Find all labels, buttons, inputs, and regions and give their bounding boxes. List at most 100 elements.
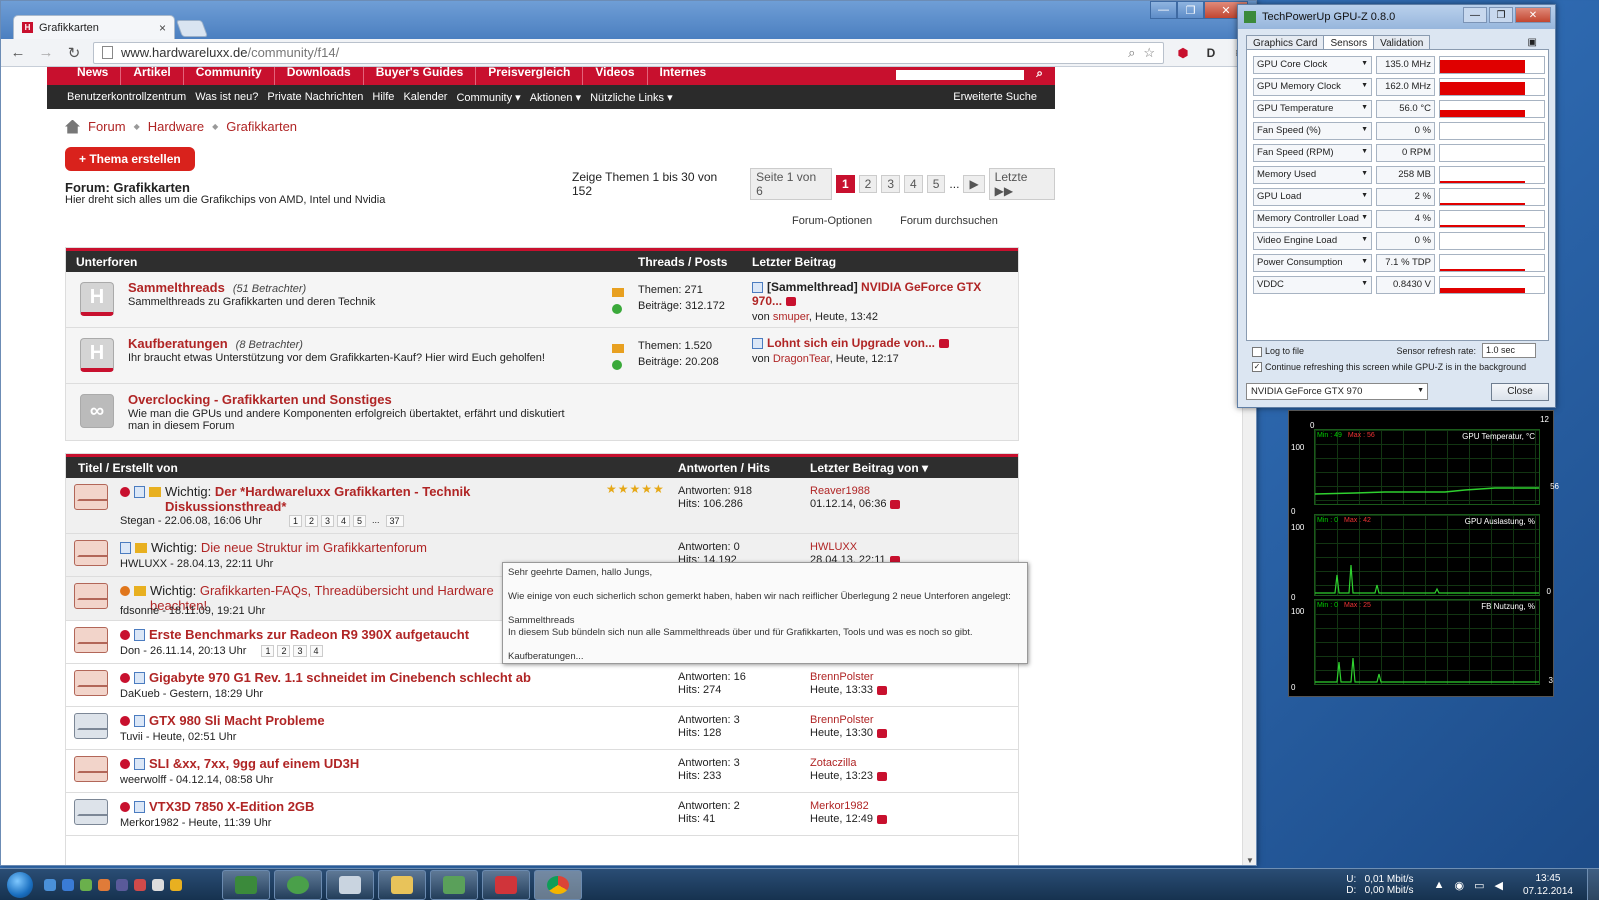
thread-page[interactable]: 1 (288, 515, 302, 527)
forum-options-link[interactable]: Forum-Optionen (792, 215, 872, 227)
page-link-current[interactable]: 1 (835, 175, 855, 193)
gpuz-close-button[interactable]: ✕ (1515, 7, 1551, 23)
sensor-name-dropdown[interactable]: GPU Load (1253, 188, 1372, 206)
taskbar-app[interactable] (274, 869, 322, 900)
goto-last-post-icon[interactable] (877, 771, 887, 781)
subforum-row[interactable]: H Sammelthreads (51 Betrachter) Sammelthr… (66, 272, 1018, 328)
sensor-name-dropdown[interactable]: GPU Core Clock (1253, 56, 1372, 74)
page-link[interactable]: 2 (858, 175, 878, 193)
sensor-name-dropdown[interactable]: GPU Temperature (1253, 100, 1372, 118)
table-row[interactable]: Wichtig: Der *Hardwareluxx Grafikkarten … (66, 478, 1018, 534)
extension-icon[interactable]: D (1202, 44, 1220, 62)
browser-tab[interactable]: H Grafikkarten × (13, 15, 175, 39)
rss-icon[interactable] (612, 344, 624, 353)
unread-icon[interactable] (120, 487, 130, 497)
thread-col-last[interactable]: Letzter Beitrag von ▾ (810, 461, 928, 475)
zoom-icon[interactable]: ⌕ (1128, 45, 1135, 61)
quicklaunch-icon[interactable] (116, 878, 128, 891)
unread-icon[interactable] (120, 802, 130, 812)
sensor-name-dropdown[interactable]: GPU Memory Clock (1253, 78, 1372, 96)
start-button[interactable] (0, 870, 40, 900)
clock[interactable]: 13:45 07.12.2014 (1523, 872, 1573, 898)
gpuz-maximize-button[interactable]: ❐ (1489, 7, 1513, 23)
subforum-title[interactable]: Overclocking - Grafikkarten und Sonstige… (128, 392, 392, 407)
last-post-user[interactable]: smuper (773, 311, 809, 323)
thread-page[interactable]: 2 (277, 645, 291, 657)
last-post-user[interactable]: Merkor1982 (810, 800, 887, 813)
unread-icon[interactable] (120, 630, 130, 640)
thread-page[interactable]: 37 (385, 515, 404, 527)
table-row[interactable]: VTX3D 7850 X-Edition 2GB Merkor1982 - He… (66, 793, 1018, 836)
subforum-title[interactable]: Sammelthreads (128, 280, 225, 295)
subforum-title[interactable]: Kaufberatungen (128, 336, 228, 351)
minimize-button[interactable]: — (1150, 1, 1177, 19)
thread-page[interactable]: 4 (337, 515, 351, 527)
volume-icon[interactable]: ◀ (1494, 879, 1502, 892)
thread-title[interactable]: Gigabyte 970 G1 Rev. 1.1 schneidet im Ci… (149, 670, 531, 685)
bookmark-star-icon[interactable]: ☆ (1143, 45, 1155, 61)
thread-title[interactable]: Erste Benchmarks zur Radeon R9 390X aufg… (149, 627, 469, 642)
forum-search-link[interactable]: Forum durchsuchen (900, 215, 998, 227)
thread-page[interactable]: 4 (309, 645, 323, 657)
goto-last-post-icon[interactable] (877, 728, 887, 738)
thread-page[interactable]: 3 (320, 515, 334, 527)
page-link[interactable]: 5 (926, 175, 946, 193)
sensor-name-dropdown[interactable]: Fan Speed (RPM) (1253, 144, 1372, 162)
tray-app-icon[interactable]: ◉ (1454, 879, 1464, 892)
thread-title[interactable]: GTX 980 Sli Macht Probleme (149, 713, 325, 728)
thread-page[interactable]: 5 (353, 515, 367, 527)
ie-icon[interactable] (62, 878, 74, 891)
gpu-select[interactable]: NVIDIA GeForce GTX 970 (1246, 383, 1428, 400)
subforum-row[interactable]: ∞ Overclocking - Grafikkarten und Sonsti… (66, 384, 1018, 440)
show-desktop-button[interactable] (1587, 869, 1599, 900)
firefox-icon[interactable] (98, 878, 110, 891)
goto-last-post-icon[interactable] (939, 339, 950, 349)
page-of-dropdown[interactable]: Seite 1 von 6 (750, 168, 832, 200)
goto-last-post-icon[interactable] (890, 499, 901, 509)
gpuz-close-action-button[interactable]: Close (1491, 383, 1549, 401)
quicklaunch-icon[interactable] (44, 878, 56, 891)
continue-refresh-checkbox[interactable]: ✓ (1252, 362, 1262, 373)
sensor-name-dropdown[interactable]: Memory Controller Load (1253, 210, 1372, 228)
log-to-file-checkbox[interactable] (1252, 346, 1262, 357)
back-icon[interactable]: ← (9, 44, 27, 61)
reload-icon[interactable]: ↻ (65, 44, 83, 62)
taskbar-app-chrome[interactable] (534, 869, 582, 900)
sensor-name-dropdown[interactable]: Video Engine Load (1253, 232, 1372, 250)
new-thread-button[interactable]: + Thema erstellen (65, 147, 195, 171)
unread-icon[interactable] (120, 716, 130, 726)
unread-icon[interactable] (120, 673, 130, 683)
sensor-name-dropdown[interactable]: Fan Speed (%) (1253, 122, 1372, 140)
taskbar-app[interactable] (326, 869, 374, 900)
last-post-user[interactable]: DragonTear (773, 353, 830, 365)
page-link[interactable]: 3 (881, 175, 901, 193)
tray-expand-icon[interactable]: ▲ (1434, 879, 1445, 892)
quicklaunch-icon[interactable] (134, 878, 146, 891)
network-icon[interactable]: ▭ (1474, 879, 1484, 892)
refresh-rate-select[interactable]: 1.0 sec (1482, 343, 1536, 358)
last-post-user[interactable]: HWLUXX (810, 541, 900, 554)
address-bar[interactable]: www.hardwareluxx.de/community/f14/ ⌕ ☆ (93, 41, 1164, 64)
subforum-row[interactable]: H Kaufberatungen (8 Betrachter) Ihr brauc… (66, 328, 1018, 384)
thread-page[interactable]: 3 (293, 645, 307, 657)
last-post-user[interactable]: Reaver1988 (810, 485, 900, 498)
rss-icon[interactable] (612, 288, 624, 297)
goto-last-post-icon[interactable] (877, 814, 887, 824)
thread-page[interactable]: 1 (261, 645, 275, 657)
sensor-name-dropdown[interactable]: VDDC (1253, 276, 1372, 294)
last-post-title[interactable]: Lohnt sich ein Upgrade von... (767, 336, 935, 350)
last-post-user[interactable]: BrennPolster (810, 671, 887, 684)
adblock-extension-icon[interactable]: ⬢ (1174, 44, 1192, 62)
table-row[interactable]: SLI &xx, 7xx, 9gg auf einem UD3H weerwol… (66, 750, 1018, 793)
maximize-button[interactable]: ❐ (1177, 1, 1204, 19)
next-page-button[interactable]: ▶ (963, 175, 985, 193)
scroll-down-icon[interactable]: ▼ (1246, 856, 1254, 865)
table-row[interactable]: GTX 980 Sli Macht Probleme Tuvii - Heute… (66, 707, 1018, 750)
thread-title[interactable]: SLI &xx, 7xx, 9gg auf einem UD3H (149, 756, 359, 771)
gpuz-minimize-button[interactable]: — (1463, 7, 1487, 23)
chrome-small-icon[interactable] (170, 878, 182, 891)
forward-icon[interactable]: → (37, 44, 55, 61)
tab-close-icon[interactable]: × (159, 21, 166, 35)
goto-last-post-icon[interactable] (786, 297, 797, 307)
thread-page[interactable]: 2 (304, 515, 318, 527)
